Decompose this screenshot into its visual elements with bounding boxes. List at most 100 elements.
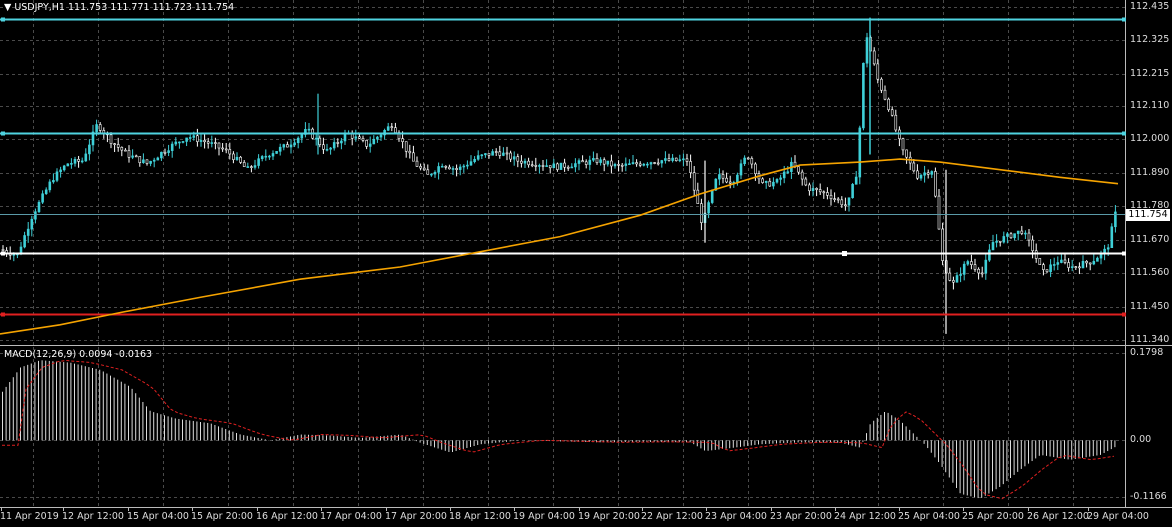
candle-body	[934, 171, 937, 197]
candle-body	[631, 162, 635, 164]
candle-body	[390, 126, 394, 128]
candle-body	[991, 242, 995, 251]
candle-body	[764, 180, 768, 183]
candle-body	[484, 153, 487, 156]
candle-body	[62, 165, 66, 171]
candle-body	[1049, 264, 1052, 273]
candle-body	[368, 143, 372, 147]
candle-body	[930, 171, 934, 175]
time-tick-label: 22 Apr 12:00	[641, 511, 703, 522]
candle-body	[293, 142, 296, 146]
candle-body	[804, 178, 808, 186]
candle-body	[545, 165, 548, 167]
candle-body	[527, 160, 530, 166]
candle-body	[332, 142, 336, 149]
candle-body	[498, 151, 502, 156]
candle-body	[170, 143, 174, 151]
candle-body	[296, 137, 300, 144]
candle-body	[624, 163, 628, 166]
candle-body	[923, 172, 926, 176]
candle-body	[271, 153, 275, 157]
candle-body	[1024, 232, 1027, 235]
candle-body	[854, 176, 858, 185]
candle-body	[70, 163, 73, 165]
candle-body	[689, 161, 692, 173]
candle-body	[224, 148, 228, 151]
candle-body	[494, 151, 498, 153]
candle-body	[59, 169, 62, 173]
candle-body	[750, 158, 754, 165]
candle-body	[696, 189, 700, 204]
candle-body	[710, 189, 714, 203]
candle-body	[199, 140, 203, 142]
time-tick-label: 26 Apr 12:00	[1027, 511, 1089, 522]
candle-body	[167, 150, 170, 153]
candle-body	[890, 109, 894, 116]
candle-body	[628, 163, 631, 165]
candle-body	[905, 149, 908, 158]
symbol-header: ▼ USDJPY,H1 111.753 111.771 111.723 111.…	[4, 2, 234, 13]
time-tick-label: 23 Apr 20:00	[770, 511, 832, 522]
candle-body	[977, 268, 980, 274]
candle-body	[145, 159, 149, 164]
candle-body	[66, 163, 70, 167]
candle-body	[998, 240, 1002, 243]
candle-body	[678, 159, 682, 162]
candle-body	[516, 156, 520, 162]
time-tick-label: 11 Apr 2019	[0, 511, 59, 522]
candle-body	[642, 163, 646, 166]
macd-tick-label: 0.00	[1130, 434, 1152, 446]
candle-body	[754, 163, 757, 175]
trading-terminal[interactable]: ▼ USDJPY,H1 111.753 111.771 111.723 111.…	[0, 0, 1172, 527]
candle-body	[955, 275, 959, 283]
triangle-down-icon[interactable]: ▼	[4, 2, 14, 13]
candle-body	[1103, 248, 1106, 254]
candle-body	[124, 149, 127, 152]
ohlc-readout: USDJPY,H1 111.753 111.771 111.723 111.75…	[14, 2, 235, 13]
candle-body	[257, 158, 260, 166]
price-tick-label: 111.450	[1130, 300, 1170, 312]
candle-body	[221, 147, 224, 150]
candle-body	[268, 155, 271, 158]
price-chart[interactable]	[0, 0, 1172, 527]
candle-body	[646, 163, 649, 166]
candle-body	[613, 164, 617, 167]
candle-body	[840, 199, 844, 206]
candle-body	[559, 162, 563, 170]
candle-body	[361, 137, 365, 141]
candle-body	[725, 177, 728, 183]
candle-body	[84, 153, 88, 162]
candle-body	[300, 134, 304, 139]
candle-body	[188, 137, 192, 139]
candle-body	[736, 174, 739, 183]
candle-body	[772, 181, 775, 187]
candle-body	[937, 195, 941, 230]
candle-body	[455, 168, 458, 170]
candle-body	[1034, 250, 1038, 259]
candle-body	[912, 162, 916, 172]
candle-body	[1038, 258, 1042, 265]
time-tick-label: 23 Apr 04:00	[705, 511, 767, 522]
candle-body	[966, 261, 970, 265]
candle-body	[120, 146, 124, 151]
price-tick-label: 112.215	[1130, 67, 1170, 79]
candle-body	[635, 162, 638, 165]
candle-body	[512, 156, 516, 160]
candle-body	[1096, 257, 1099, 262]
candle-body	[206, 141, 210, 144]
time-tick-label: 24 Apr 12:00	[834, 511, 896, 522]
candle-body	[826, 192, 829, 196]
candle-body	[509, 152, 512, 160]
candle-body	[30, 218, 34, 230]
candle-body	[365, 140, 368, 147]
price-tick-label: 112.000	[1130, 133, 1170, 145]
candle-body	[667, 158, 671, 161]
candle-body	[887, 98, 890, 111]
candle-body	[588, 159, 592, 165]
candle-body	[1020, 230, 1024, 234]
candle-body	[181, 141, 185, 143]
candle-body	[282, 144, 286, 148]
candle-body	[80, 160, 84, 163]
candle-body	[322, 144, 325, 150]
price-tick-label: 112.435	[1130, 1, 1170, 12]
